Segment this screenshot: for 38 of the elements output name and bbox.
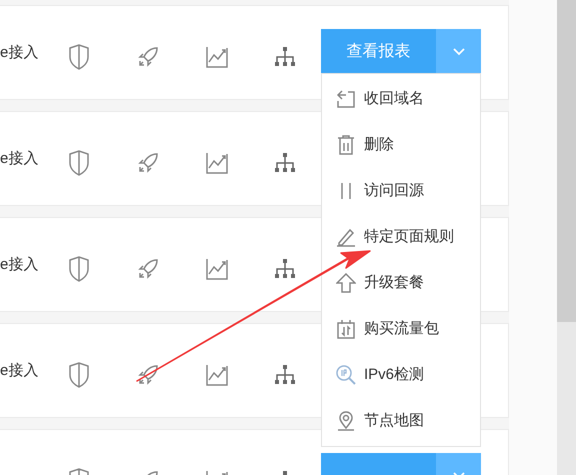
menu-item[interactable]: 删除 bbox=[322, 122, 480, 168]
hierarchy-icon[interactable] bbox=[275, 259, 295, 279]
rocket-icon[interactable] bbox=[137, 152, 159, 174]
menu-item[interactable]: 访问回源 bbox=[322, 168, 480, 214]
shield-icon[interactable] bbox=[68, 362, 90, 388]
hierarchy-icon[interactable] bbox=[275, 365, 295, 385]
rocket-icon[interactable] bbox=[137, 46, 159, 68]
access-label: e接入 bbox=[0, 255, 38, 275]
menu-item[interactable]: 收回域名 bbox=[322, 76, 480, 122]
return-icon bbox=[336, 89, 356, 109]
access-label: e接入 bbox=[0, 149, 38, 169]
shield-icon[interactable] bbox=[68, 150, 90, 176]
traffic-package-icon bbox=[336, 319, 356, 339]
hierarchy-icon[interactable] bbox=[275, 153, 295, 173]
line-chart-icon[interactable] bbox=[206, 152, 228, 174]
menu-item[interactable]: 升级套餐 bbox=[322, 260, 480, 306]
dropdown-toggle[interactable] bbox=[436, 29, 481, 74]
menu-item[interactable]: 购买流量包 bbox=[322, 306, 480, 352]
pencil-icon bbox=[336, 227, 356, 247]
access-label: e接入 bbox=[0, 43, 38, 63]
location-pin-icon bbox=[336, 411, 356, 431]
rocket-icon[interactable] bbox=[137, 364, 159, 386]
trash-icon bbox=[336, 135, 356, 155]
shield-icon[interactable] bbox=[68, 256, 90, 282]
line-chart-icon[interactable] bbox=[206, 258, 228, 280]
menu-item[interactable]: IPv6检测 bbox=[322, 352, 480, 398]
hierarchy-icon[interactable] bbox=[275, 47, 295, 67]
line-chart-icon[interactable] bbox=[206, 364, 228, 386]
menu-item[interactable]: 节点地图 bbox=[322, 398, 480, 444]
access-label: e接入 bbox=[0, 361, 38, 381]
chevron-down-icon bbox=[452, 48, 464, 56]
rocket-icon[interactable] bbox=[137, 258, 159, 280]
menu-item[interactable]: 特定页面规则 bbox=[322, 214, 480, 260]
scrollbar-thumb[interactable] bbox=[557, 0, 576, 322]
shield-icon[interactable] bbox=[68, 44, 90, 70]
up-arrow-icon bbox=[336, 273, 356, 293]
line-chart-icon[interactable] bbox=[206, 46, 228, 68]
magnifier-icon bbox=[336, 365, 356, 385]
